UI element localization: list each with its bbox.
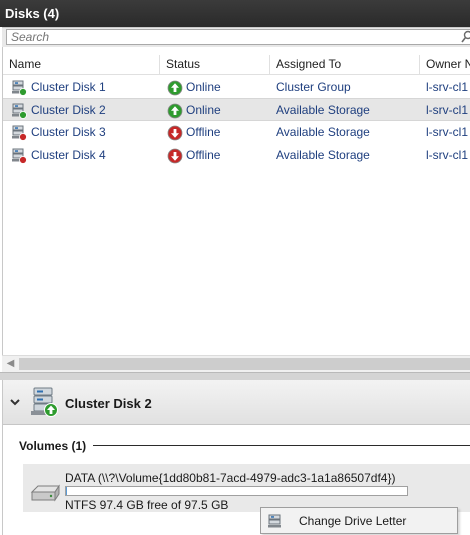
- disks-title: Disks (4): [5, 6, 60, 21]
- offline-arrow-icon: [167, 125, 183, 141]
- menu-item-label: Change Drive Letter: [299, 514, 407, 528]
- search-bar: [2, 27, 470, 47]
- context-menu: Change Drive Letter: [260, 507, 458, 534]
- cluster-disk-offline-icon: [11, 125, 27, 141]
- table-row[interactable]: Cluster Disk 2 Online Available Storage l-s…: [3, 98, 470, 121]
- table-row[interactable]: Cluster Disk 1 Online Cluster Group l-srv-c…: [3, 76, 470, 99]
- capacity-bar: [65, 486, 408, 496]
- assigned-to: Available Storage: [276, 103, 370, 117]
- status-text: Online: [186, 80, 221, 94]
- owner-node: l-srv-cl1: [426, 103, 468, 117]
- column-header-owner-node[interactable]: Owner Node: [420, 55, 470, 75]
- online-arrow-icon: [167, 103, 183, 119]
- disk-name: Cluster Disk 3: [31, 125, 106, 139]
- disks-header-bar: Disks (4): [0, 0, 470, 27]
- details-title: Cluster Disk 2: [65, 396, 152, 411]
- volumes-section-label: Volumes (1): [19, 439, 87, 453]
- column-header-name[interactable]: Name: [3, 55, 160, 75]
- table-row[interactable]: Cluster Disk 3 Offline Available Storage l-…: [3, 121, 470, 144]
- column-header-status[interactable]: Status: [160, 55, 270, 75]
- disk-name: Cluster Disk 1: [31, 80, 106, 94]
- assigned-to: Available Storage: [276, 148, 370, 162]
- owner-node: l-srv-cl1: [426, 148, 468, 162]
- offline-arrow-icon: [167, 148, 183, 164]
- cluster-disk-online-icon: [11, 103, 27, 119]
- capacity-used-fill: [66, 487, 67, 495]
- volume-free-space: NTFS 97.4 GB free of 97.5 GB: [65, 498, 229, 512]
- cluster-disk-offline-icon: [11, 148, 27, 164]
- disk-list: Name Status Assigned To Owner Node Clust…: [2, 47, 470, 372]
- horizontal-scrollbar[interactable]: ◀: [2, 355, 470, 372]
- volume-name: DATA (\\?\Volume{1dd80b81-7acd-4979-adc3…: [65, 471, 396, 485]
- disk-name: Cluster Disk 4: [31, 148, 106, 162]
- owner-node: l-srv-cl1: [426, 125, 468, 139]
- volumes-divider: [93, 445, 470, 446]
- menu-item-change-drive-letter[interactable]: Change Drive Letter: [261, 508, 457, 533]
- search-input[interactable]: [6, 29, 470, 45]
- cluster-disk-online-icon: [29, 385, 61, 419]
- assigned-to: Available Storage: [276, 125, 370, 139]
- drive-icon: [29, 482, 61, 504]
- search-icon[interactable]: [461, 30, 470, 44]
- cluster-disk-online-icon: [11, 80, 27, 96]
- scroll-left-arrow-icon[interactable]: ◀: [2, 356, 19, 372]
- status-text: Offline: [186, 125, 221, 139]
- chevron-down-icon[interactable]: [9, 396, 21, 408]
- status-text: Online: [186, 103, 221, 117]
- column-headers: Name Status Assigned To Owner Node: [3, 55, 470, 75]
- owner-node: l-srv-cl1: [426, 80, 468, 94]
- assigned-to: Cluster Group: [276, 80, 351, 94]
- disk-name: Cluster Disk 2: [31, 103, 106, 117]
- status-text: Offline: [186, 148, 221, 162]
- scrollbar-thumb[interactable]: [19, 358, 470, 370]
- online-arrow-icon: [167, 80, 183, 96]
- details-header: Cluster Disk 2: [3, 380, 470, 425]
- drive-letter-icon: [267, 513, 283, 529]
- table-row[interactable]: Cluster Disk 4 Offline Available Storage l-…: [3, 144, 470, 167]
- pane-splitter[interactable]: [0, 372, 470, 380]
- volume-item[interactable]: DATA (\\?\Volume{1dd80b81-7acd-4979-adc3…: [23, 464, 470, 512]
- column-header-assigned-to[interactable]: Assigned To: [270, 55, 420, 75]
